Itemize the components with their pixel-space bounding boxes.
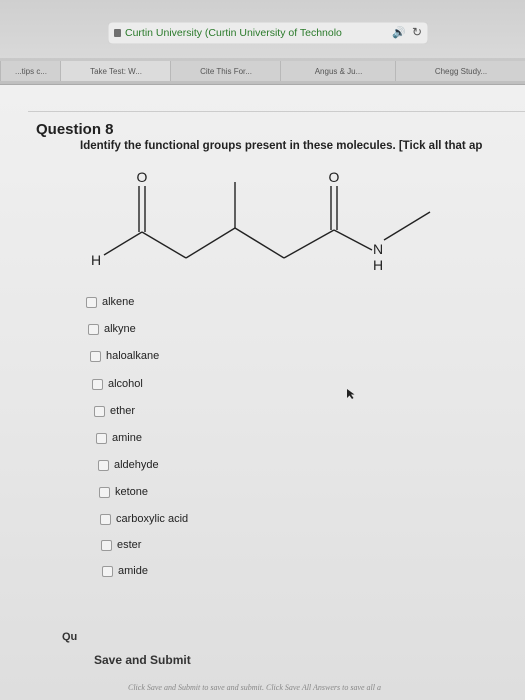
mouse-cursor-icon: [347, 389, 355, 399]
checkbox[interactable]: [99, 486, 110, 498]
option-carboxylic-acid[interactable]: carboxylic acid: [100, 513, 188, 525]
bond-c5-n: [333, 229, 373, 251]
save-note: Click Save and Submit to save and submit…: [128, 683, 382, 692]
checkbox[interactable]: [100, 513, 111, 525]
url-text: Curtin University (Curtin University of …: [125, 27, 342, 39]
checkbox[interactable]: [94, 405, 105, 417]
tab-tips[interactable]: ...tips c...: [0, 61, 62, 81]
option-aldehyde[interactable]: aldehyde: [98, 459, 159, 471]
option-alkyne[interactable]: alkyne: [88, 323, 136, 335]
checkbox[interactable]: [88, 323, 99, 335]
bond-c3-c4: [234, 227, 285, 259]
browser-top-bar: Curtin University (Curtin University of …: [0, 0, 525, 58]
option-alcohol[interactable]: alcohol: [92, 378, 143, 390]
divider: [28, 111, 525, 112]
checkbox[interactable]: [90, 350, 101, 362]
atom-h-left: H: [91, 252, 101, 268]
tab-cite-this[interactable]: Cite This For...: [170, 61, 282, 81]
question-title: Question 8: [36, 121, 114, 138]
option-amide[interactable]: amide: [102, 565, 148, 577]
atom-o2: O: [329, 169, 340, 185]
question-text: Identify the functional groups present i…: [80, 140, 483, 152]
address-bar[interactable]: Curtin University (Curtin University of …: [108, 22, 428, 44]
option-ester[interactable]: ester: [101, 539, 141, 551]
bond-n-methyl: [383, 211, 431, 241]
atom-n: N: [373, 241, 383, 257]
save-and-submit-button[interactable]: Save and Submit: [94, 653, 191, 667]
tab-chegg[interactable]: Chegg Study...: [395, 61, 525, 81]
molecule-structure: O O H N H: [91, 169, 431, 273]
bond-c1-c2: [141, 231, 187, 259]
checkbox[interactable]: [92, 378, 103, 390]
tab-take-test[interactable]: Take Test: W...: [60, 61, 172, 81]
page-content: Question 8 Identify the functional group…: [0, 85, 525, 700]
checkbox[interactable]: [86, 296, 97, 308]
tab-angus[interactable]: Angus & Ju...: [280, 61, 397, 81]
reload-icon[interactable]: ↻: [412, 25, 422, 39]
speaker-icon[interactable]: 🔊: [392, 26, 406, 39]
checkbox[interactable]: [101, 539, 112, 551]
checkbox[interactable]: [96, 432, 107, 444]
option-haloalkane[interactable]: haloalkane: [90, 350, 159, 362]
bond-c2-c3: [185, 227, 236, 259]
bond-c4-c5: [283, 229, 335, 259]
option-ketone[interactable]: ketone: [99, 486, 148, 498]
option-alkene[interactable]: alkene: [86, 296, 134, 308]
checkbox[interactable]: [98, 459, 109, 471]
tab-bar: ...tips c... Take Test: W... Cite This F…: [0, 58, 525, 85]
option-ether[interactable]: ether: [94, 405, 135, 417]
option-amine[interactable]: amine: [96, 432, 142, 444]
atom-o1: O: [137, 169, 148, 185]
bond-h-c1: [103, 231, 143, 256]
question-nav-label: Qu: [62, 631, 78, 643]
checkbox[interactable]: [102, 565, 113, 577]
lock-icon: [114, 29, 121, 37]
atom-h-n: H: [373, 257, 383, 273]
